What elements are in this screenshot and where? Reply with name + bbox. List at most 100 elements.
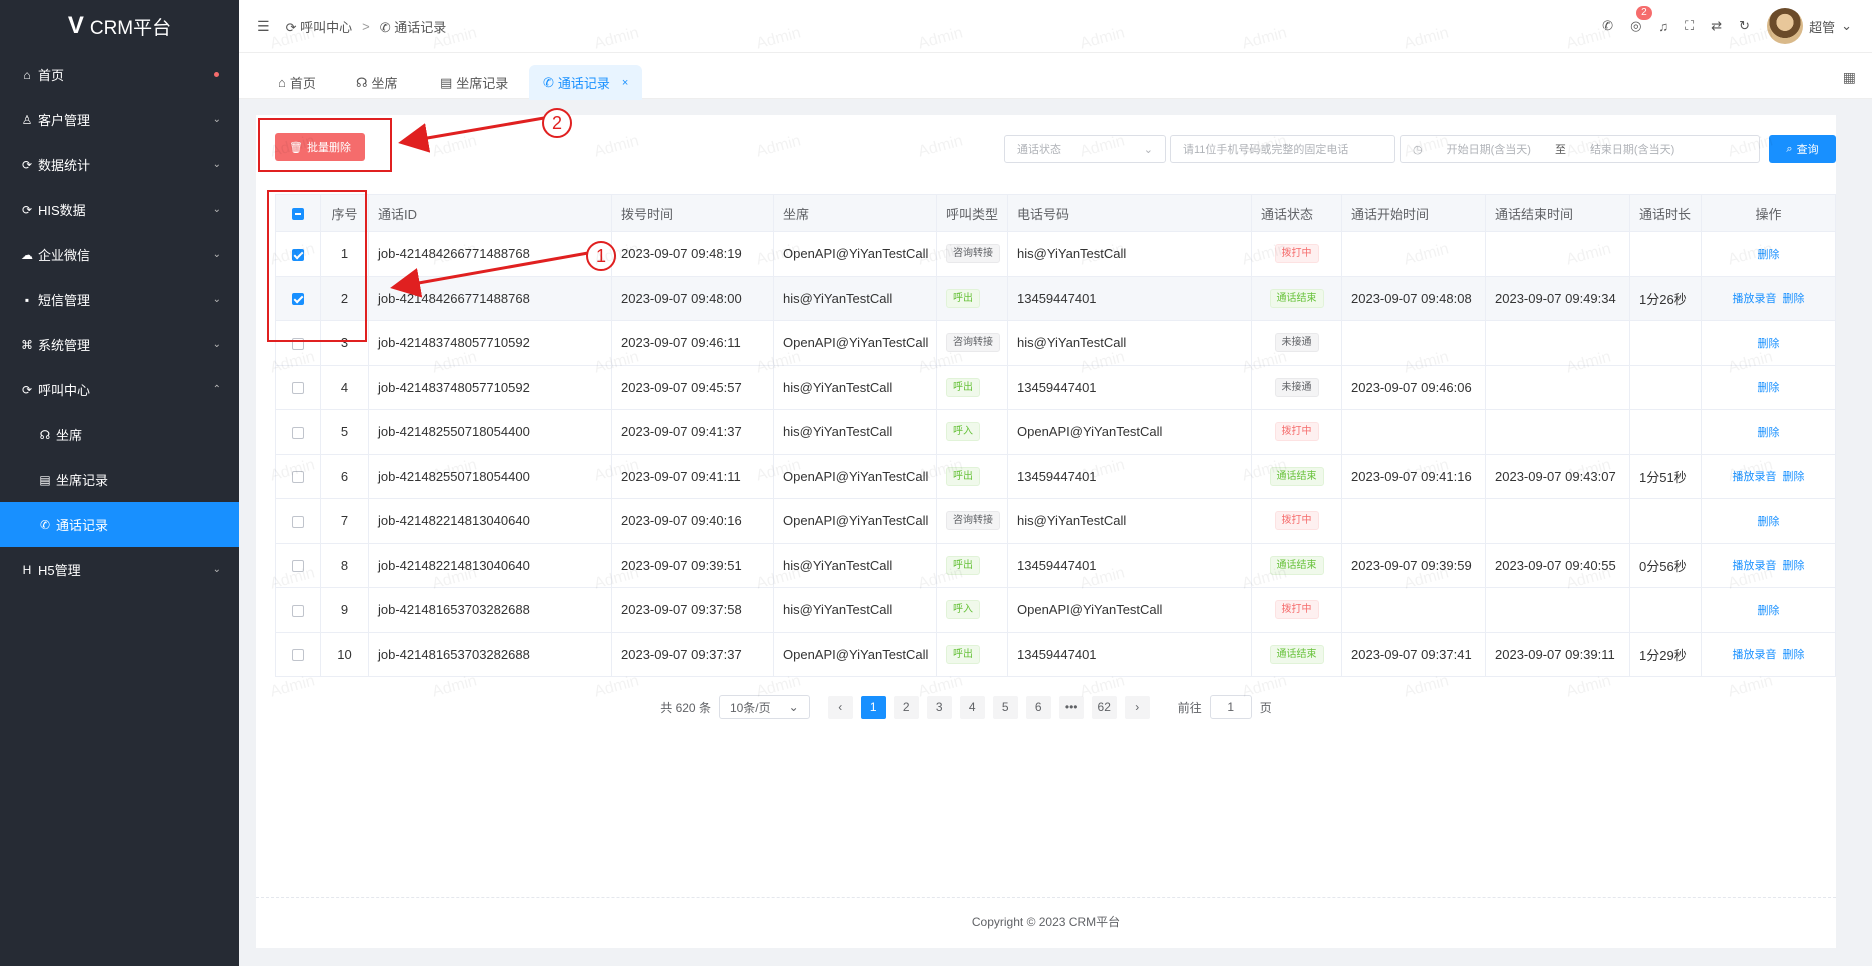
sidebar-item-9[interactable]: ▤ 坐席记录 [0,457,239,502]
next-page-button[interactable]: › [1124,695,1150,719]
row-checkbox[interactable] [275,587,321,633]
date-start[interactable]: 开始日期(含当天) [1447,141,1531,157]
action-link[interactable]: 删除 [1758,382,1780,394]
phone-input[interactable]: 请11位手机号码或完整的固定电话 [1170,135,1395,163]
app-logo[interactable]: V CRM平台 [0,0,239,52]
cell-actions: 播放录音 删除 [1701,542,1836,588]
page-button[interactable]: 1 [860,695,886,719]
date-end[interactable]: 结束日期(含当天) [1590,141,1674,157]
row-checkbox[interactable] [275,542,321,588]
tab-home[interactable]: ⌂ 首页 [264,65,330,100]
avatar[interactable] [1767,8,1804,44]
cell-phone: 13459447401 [1007,631,1252,677]
table-row[interactable]: 5 job-421482550718054400 2023-09-07 09:41:… [275,409,1836,455]
translate-icon[interactable]: ⇄ [1711,18,1722,34]
action-link[interactable]: 播放录音 [1733,649,1777,661]
cell-call-type: 呼出 [936,453,1008,499]
status-select[interactable]: 通话状态 ⌄ [1004,135,1166,163]
notification-icon[interactable]: ◎ 2 [1630,6,1652,34]
cell-agent: his@YiYanTestCall [773,409,937,455]
tab-agent[interactable]: ☊ 坐席 [342,65,412,100]
cell-dial-time: 2023-09-07 09:41:37 [611,409,774,455]
row-checkbox[interactable] [275,631,321,677]
action-link[interactable]: 删除 [1758,427,1780,439]
sidebar-item-5[interactable]: ▪ 短信管理 ⌄ [0,277,239,322]
sidebar-item-0[interactable]: ⌂ 首页 [0,52,239,97]
sidebar-item-11[interactable]: H H5管理 ⌄ [0,547,239,592]
sidebar-item-2[interactable]: ⟳ 数据统计 ⌄ [0,142,239,187]
cell-end-time [1485,587,1630,633]
header-phone: 电话号码 [1007,194,1252,232]
goto-page-input[interactable]: 1 [1209,695,1252,719]
cell-call-type: 咨询转接 [936,498,1008,544]
chevron-down-icon: ⌄ [1841,18,1852,33]
row-checkbox[interactable] [275,364,321,410]
action-link[interactable]: 删除 [1783,649,1805,661]
row-checkbox[interactable] [275,409,321,455]
action-link[interactable]: 播放录音 [1733,293,1777,305]
page-size-select[interactable]: 10条/页 ⌄ [718,695,810,719]
page-button[interactable]: 2 [893,695,919,719]
cell-status: 未接通 [1251,364,1342,410]
page-button[interactable]: ••• [1058,695,1084,719]
chevron-down-icon: ⌄ [788,700,799,714]
action-link[interactable]: 删除 [1783,560,1805,572]
table-row[interactable]: 1 job-421484266771488768 2023-09-07 09:48:… [275,231,1836,277]
close-icon[interactable]: × [622,77,628,89]
refresh-icon[interactable]: ↻ [1739,18,1750,34]
page-button[interactable]: 5 [992,695,1018,719]
chevron-icon: ⌄ [212,339,221,350]
cell-call-type: 呼出 [936,631,1008,677]
fullscreen-icon[interactable]: ⛶ [1685,18,1694,34]
bell-icon[interactable]: ♫ [1658,19,1668,34]
action-link[interactable]: 删除 [1758,249,1780,261]
table-row[interactable]: 2 job-421484266771488768 2023-09-07 09:48:… [275,275,1836,321]
tab-agent-records[interactable]: ▤ 坐席记录 [426,65,522,100]
action-link[interactable]: 删除 [1758,605,1780,617]
row-checkbox[interactable] [275,453,321,499]
action-link[interactable]: 播放录音 [1733,560,1777,572]
page-button[interactable]: 4 [959,695,985,719]
action-link[interactable]: 删除 [1758,516,1780,528]
table-row[interactable]: 6 job-421482550718054400 2023-09-07 09:41:… [275,453,1836,499]
sidebar-item-10[interactable]: ✆ 通话记录 [0,502,239,547]
action-link[interactable]: 删除 [1783,471,1805,483]
table-row[interactable]: 3 job-421483748057710592 2023-09-07 09:46:… [275,320,1836,366]
cell-actions: 播放录音 删除 [1701,453,1836,499]
page-button[interactable]: 6 [1025,695,1051,719]
clock-icon: ◷ [1413,143,1423,156]
grid-icon[interactable]: ▦ [1843,69,1856,86]
table-row[interactable]: 10 job-421481653703282688 2023-09-07 09:37… [275,631,1836,677]
sidebar-item-7[interactable]: ⟳ 呼叫中心 ⌃ [0,367,239,412]
table-row[interactable]: 7 job-421482214813040640 2023-09-07 09:40:… [275,498,1836,544]
call-type-tag: 呼出 [946,288,980,308]
table-row[interactable]: 4 job-421483748057710592 2023-09-07 09:45:… [275,364,1836,410]
page-button[interactable]: 62 [1091,695,1117,719]
sidebar-item-1[interactable]: ♙ 客户管理 ⌄ [0,97,239,142]
table-row[interactable]: 9 job-421481653703282688 2023-09-07 09:37:… [275,587,1836,633]
action-link[interactable]: 删除 [1783,293,1805,305]
status-badge: 通话结束 [1269,644,1324,664]
sidebar-item-8[interactable]: ☊ 坐席 [0,412,239,457]
date-range-picker[interactable]: ◷ 开始日期(含当天) 至 结束日期(含当天) [1400,135,1760,163]
sidebar-item-4[interactable]: ☁ 企业微信 ⌄ [0,232,239,277]
action-link[interactable]: 播放录音 [1733,471,1777,483]
query-button[interactable]: ⌕ 查询 [1769,135,1836,163]
collapse-menu-icon[interactable]: ☰ [257,18,270,35]
user-menu[interactable]: 超管 ⌄ [1767,8,1852,44]
cell-end-time [1485,320,1630,366]
action-link[interactable]: 删除 [1758,338,1780,350]
phone-icon[interactable]: ✆ [1602,18,1613,34]
prev-page-button[interactable]: ‹ [827,695,853,719]
sidebar-item-6[interactable]: ⌘ 系统管理 ⌄ [0,322,239,367]
tab-call-records[interactable]: ✆ 通话记录 × [529,65,643,100]
table-row[interactable]: 8 job-421482214813040640 2023-09-07 09:39:… [275,542,1836,588]
pagination: 共 620 条 10条/页 ⌄ ‹ 1 2 3 4 5 6 ••• 62 › 前往 1 页 [176,695,1756,719]
sidebar-item-3[interactable]: ⟳ HIS数据 ⌄ [0,187,239,232]
annotation-number-2: 2 [542,108,572,138]
page-button[interactable]: 3 [926,695,952,719]
breadcrumb-item-call-center[interactable]: ⟳ 呼叫中心 [286,17,353,36]
row-checkbox[interactable] [275,498,321,544]
annotation-box-checkboxes [267,190,367,342]
cell-call-id: job-421484266771488768 [368,275,612,321]
